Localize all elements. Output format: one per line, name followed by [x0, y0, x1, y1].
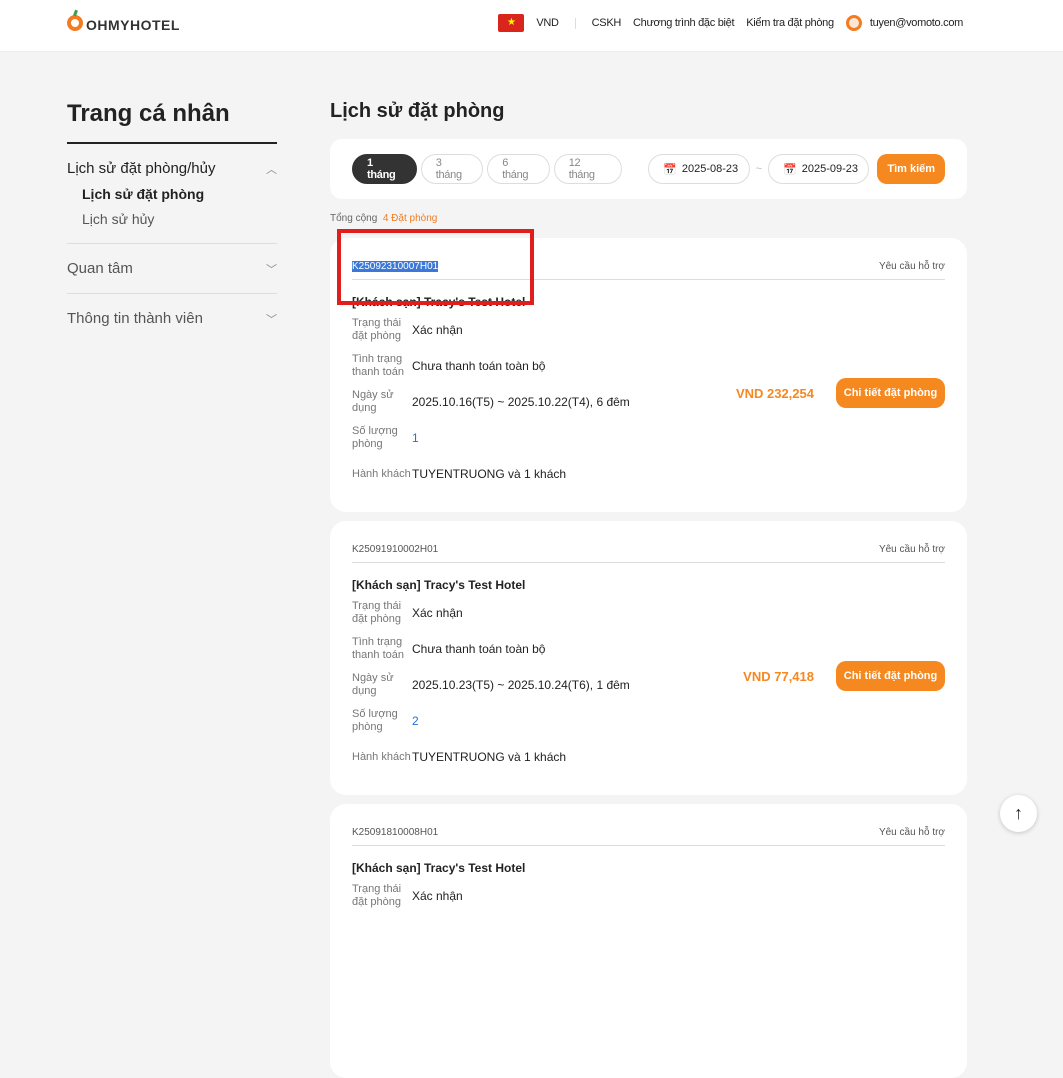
card-header: K25092310007H01 Yêu cầu hỗ trợ — [352, 238, 945, 280]
info-label: Số lượng phòng — [352, 708, 398, 733]
section-label: Quan tâm — [67, 260, 133, 277]
info-label: Ngày sử dụng — [352, 389, 394, 414]
booking-detail-button[interactable]: Chi tiết đặt phòng — [836, 378, 945, 408]
info-row-payment: Tình trạng thanh toán Chưa thanh toán toà… — [352, 634, 945, 664]
currency-selector[interactable]: VND — [536, 17, 559, 29]
calendar-icon: 📅 — [783, 163, 797, 176]
sidebar-item-cancel-history[interactable]: Lịch sử hủy — [82, 211, 277, 227]
info-label: Trạng thái đặt phòng — [352, 600, 402, 625]
user-avatar-icon[interactable] — [845, 15, 862, 31]
search-button[interactable]: Tìm kiếm — [877, 154, 945, 184]
support-link[interactable]: Yêu cầu hỗ trợ — [879, 827, 945, 838]
support-link[interactable]: Yêu cầu hỗ trợ — [879, 544, 945, 555]
info-value: 2025.10.23(T5) ~ 2025.10.24(T6), 1 đêm — [412, 678, 630, 692]
chevron-down-icon: ﹀ — [266, 313, 277, 326]
info-value: 2025.10.16(T5) ~ 2025.10.22(T4), 6 đêm — [412, 395, 630, 409]
info-value: Xác nhận — [412, 323, 463, 337]
chevron-up-icon: ︿ — [266, 163, 277, 176]
chevron-down-icon: ﹀ — [266, 263, 277, 276]
info-label: Ngày sử dụng — [352, 672, 394, 697]
date-to-input[interactable]: 📅 2025-09-23 — [768, 154, 870, 184]
divider — [67, 243, 277, 244]
info-row-guests: Hành khách TUYENTRUONG và 1 khách — [352, 459, 945, 489]
info-row-status: Trạng thái đặt phòng Xác nhận — [352, 315, 945, 345]
booking-card: K25092310007H01 Yêu cầu hỗ trợ [Khách sạn… — [330, 238, 967, 512]
info-label: Trạng thái đặt phòng — [352, 317, 402, 342]
info-label: Trạng thái đặt phòng — [352, 883, 402, 908]
hotel-name: [Khách sạn] Tracy's Test Hotel — [352, 861, 526, 875]
booking-code[interactable]: K25092310007H01 — [352, 261, 439, 272]
booking-price: VND 232,254 — [735, 386, 814, 401]
info-row-rooms: Số lượng phòng 2 — [352, 706, 945, 736]
info-row-guests: Hành khách TUYENTRUONG và 1 khách — [352, 742, 945, 772]
arrow-up-icon: ↑ — [1014, 803, 1023, 823]
period-1-month[interactable]: 1 tháng — [352, 154, 417, 184]
total-count: Tổng cộng 4 Đặt phòng — [330, 213, 967, 224]
period-6-months[interactable]: 6 tháng — [487, 154, 550, 184]
section-label: Thông tin thành viên — [67, 310, 203, 327]
info-row-payment: Tình trạng thanh toán Chưa thanh toán toà… — [352, 351, 945, 381]
info-label: Tình trạng thanh toán — [352, 636, 404, 661]
divider — [574, 17, 576, 29]
top-nav: ★ VND CSKH Chương trình đặc biệt Kiểm tr… — [498, 14, 963, 32]
info-value: Xác nhận — [412, 606, 463, 620]
info-label: Số lượng phòng — [352, 425, 398, 450]
support-link[interactable]: Yêu cầu hỗ trợ — [879, 261, 945, 272]
vietnam-flag-icon[interactable]: ★ — [498, 14, 525, 32]
page-title: Lịch sử đặt phòng — [330, 100, 505, 122]
sidebar: Trang cá nhân Lịch sử đặt phòng/hủy ︿ Lịc… — [67, 100, 277, 327]
info-value: 2 — [412, 714, 419, 728]
main-content: Lịch sử đặt phòng 1 tháng 3 tháng 6 thán… — [330, 100, 967, 1078]
info-value: TUYENTRUONG và 1 khách — [412, 467, 567, 481]
booking-price: VND 77,418 — [743, 669, 814, 684]
date-from-input[interactable]: 📅 2025-08-23 — [648, 154, 750, 184]
info-value: Xác nhận — [412, 889, 463, 903]
logo-text: OHMYHOTEL — [86, 17, 180, 33]
sidebar-section-member-info[interactable]: Thông tin thành viên ﹀ — [67, 310, 277, 327]
date-value: 2025-08-23 — [681, 163, 739, 175]
card-header: K25091810008H01 Yêu cầu hỗ trợ — [352, 804, 945, 846]
booking-code[interactable]: K25091810008H01 — [352, 827, 438, 838]
info-label: Hành khách — [352, 750, 411, 763]
info-row-status: Trạng thái đặt phòng Xác nhận — [352, 598, 945, 628]
date-value: 2025-09-23 — [801, 163, 858, 175]
hotel-name: [Khách sạn] Tracy's Test Hotel — [352, 578, 526, 592]
info-value: Chưa thanh toán toàn bộ — [412, 642, 546, 656]
sidebar-section-favorites[interactable]: Quan tâm ﹀ — [67, 260, 277, 277]
booking-list: K25092310007H01 Yêu cầu hỗ trợ [Khách sạn… — [330, 238, 967, 1078]
calendar-icon: 📅 — [663, 163, 677, 176]
sidebar-item-booking-history[interactable]: Lịch sử đặt phòng — [82, 186, 277, 202]
filter-bar: 1 tháng 3 tháng 6 tháng 12 tháng 📅 2025-0… — [330, 139, 967, 199]
info-row-status: Trạng thái đặt phòng Xác nhận — [352, 881, 945, 911]
info-row-rooms: Số lượng phòng 1 — [352, 423, 945, 453]
info-value: TUYENTRUONG và 1 khách — [412, 750, 567, 764]
sidebar-title: Trang cá nhân — [67, 100, 277, 144]
top-header: OHMYHOTEL ★ VND CSKH Chương trình đặc bi… — [0, 0, 1063, 52]
hotel-name: [Khách sạn] Tracy's Test Hotel — [352, 295, 526, 309]
booking-detail-button[interactable]: Chi tiết đặt phòng — [836, 661, 945, 691]
period-12-months[interactable]: 12 tháng — [553, 154, 622, 184]
sidebar-section-booking-history[interactable]: Lịch sử đặt phòng/hủy ︿ — [67, 160, 277, 177]
info-label: Hành khách — [352, 467, 411, 480]
period-3-months[interactable]: 3 tháng — [420, 154, 484, 184]
total-label: Tổng cộng — [330, 213, 378, 224]
scroll-to-top-button[interactable]: ↑ — [1000, 795, 1037, 832]
info-value: 1 — [412, 431, 419, 445]
logo-icon — [67, 14, 83, 31]
nav-check-booking[interactable]: Kiểm tra đặt phòng — [746, 17, 834, 29]
info-label: Tình trạng thanh toán — [352, 353, 404, 378]
nav-cskh[interactable]: CSKH — [592, 17, 622, 29]
divider — [67, 293, 277, 294]
section-label: Lịch sử đặt phòng/hủy — [67, 160, 216, 177]
range-separator: ~ — [755, 163, 763, 175]
info-value: Chưa thanh toán toàn bộ — [412, 359, 546, 373]
booking-card: K25091810008H01 Yêu cầu hỗ trợ [Khách sạn… — [330, 804, 967, 1078]
ohmyhotel-logo[interactable]: OHMYHOTEL — [67, 12, 180, 33]
user-email[interactable]: tuyen@vomoto.com — [870, 17, 963, 29]
total-value: 4 Đặt phòng — [382, 213, 438, 224]
booking-card: K25091910002H01 Yêu cầu hỗ trợ [Khách sạn… — [330, 521, 967, 795]
booking-code[interactable]: K25091910002H01 — [352, 544, 438, 555]
nav-special-programs[interactable]: Chương trình đặc biệt — [633, 17, 735, 29]
card-header: K25091910002H01 Yêu cầu hỗ trợ — [352, 521, 945, 563]
